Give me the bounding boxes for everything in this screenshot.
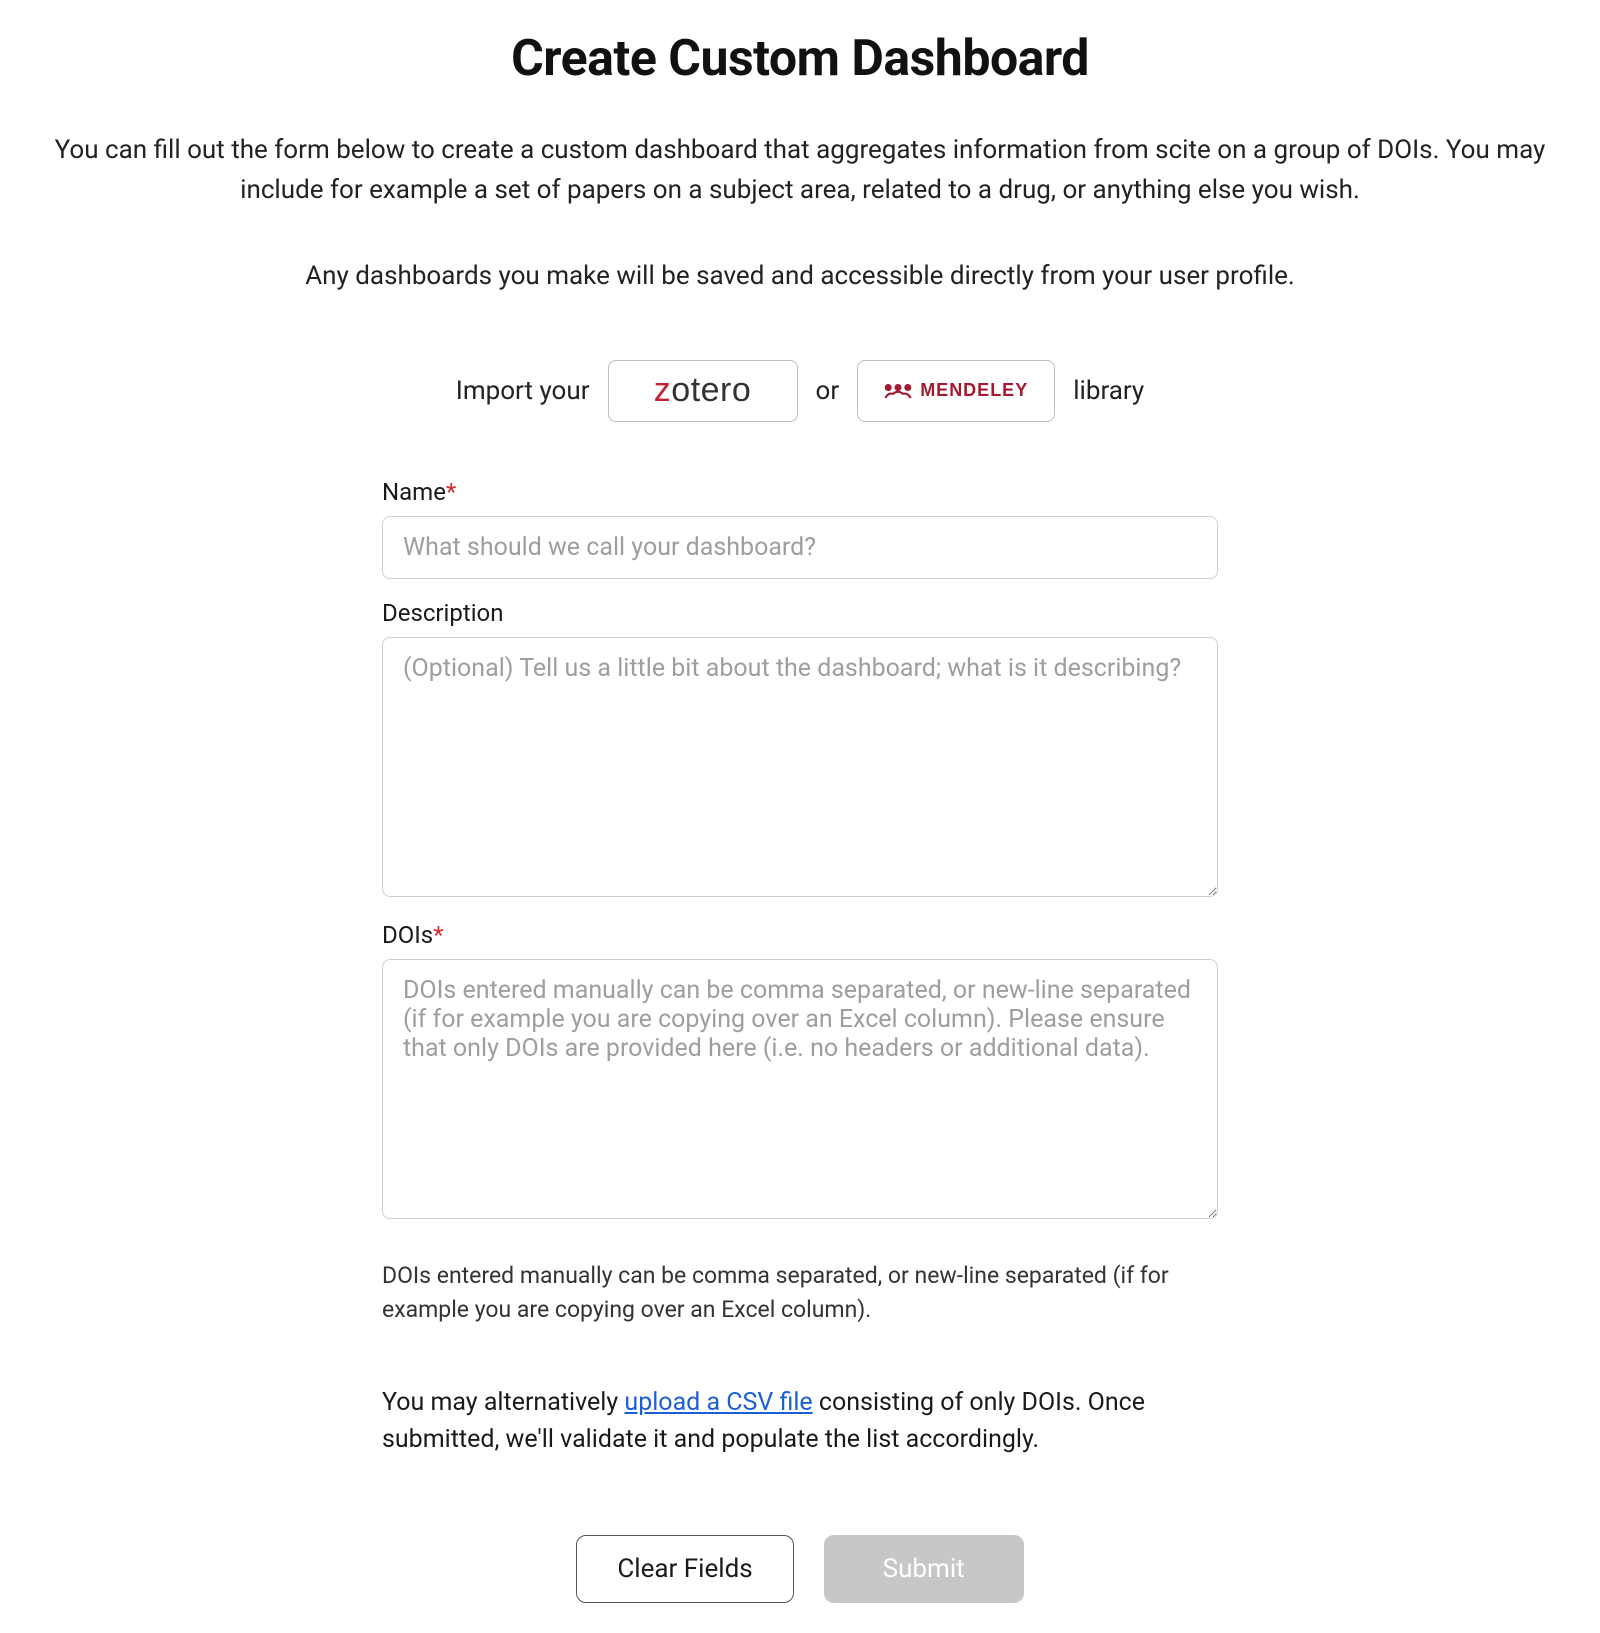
import-library-row: Import your zotero or MENDELEY library — [20, 360, 1580, 422]
intro-paragraph-2: Any dashboards you make will be saved an… — [20, 257, 1580, 296]
name-input[interactable] — [382, 516, 1218, 579]
zotero-logo-icon: zotero — [654, 371, 752, 410]
mendeley-label: MENDELEY — [920, 380, 1028, 401]
dois-required-mark: * — [433, 921, 443, 949]
intro-paragraph-1: You can fill out the form below to creat… — [20, 130, 1580, 211]
description-label: Description — [382, 599, 1218, 627]
submit-button[interactable]: Submit — [824, 1535, 1024, 1603]
import-mendeley-button[interactable]: MENDELEY — [857, 360, 1055, 422]
name-required-mark: * — [446, 478, 456, 506]
csv-help-prefix: You may alternatively — [382, 1388, 624, 1417]
mendeley-logo-icon: MENDELEY — [884, 380, 1028, 401]
clear-fields-button[interactable]: Clear Fields — [576, 1535, 793, 1603]
import-suffix-text: library — [1073, 376, 1144, 406]
name-label: Name* — [382, 478, 1218, 506]
dois-textarea[interactable] — [382, 959, 1218, 1219]
import-zotero-button[interactable]: zotero — [608, 360, 798, 422]
page-title: Create Custom Dashboard — [20, 30, 1580, 88]
csv-help-text: You may alternatively upload a CSV file … — [382, 1384, 1218, 1459]
name-label-text: Name — [382, 478, 446, 506]
import-separator-text: or — [816, 376, 840, 406]
upload-csv-link[interactable]: upload a CSV file — [624, 1388, 812, 1417]
import-prefix-text: Import your — [456, 376, 590, 406]
dois-help-text: DOIs entered manually can be comma separ… — [382, 1259, 1218, 1328]
dois-label-text: DOIs — [382, 921, 433, 949]
dois-label: DOIs* — [382, 921, 1218, 949]
mendeley-icon — [884, 381, 912, 401]
description-textarea[interactable] — [382, 637, 1218, 897]
